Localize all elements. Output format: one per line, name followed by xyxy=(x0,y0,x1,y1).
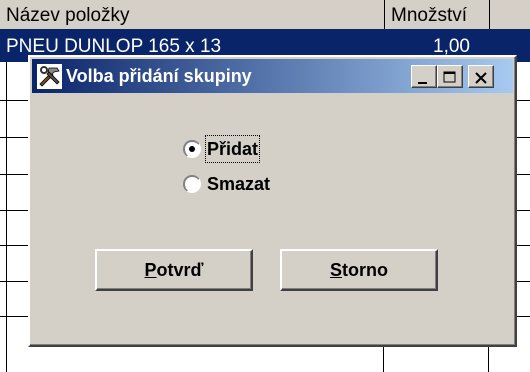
maximize-button[interactable] xyxy=(437,65,463,88)
minimize-icon xyxy=(418,82,427,84)
column-header-qty-label: Množství xyxy=(391,5,468,26)
column-header-qty[interactable]: Množství xyxy=(385,0,490,29)
radio-selected-dot xyxy=(189,146,195,152)
maximize-icon xyxy=(443,71,456,83)
group-add-dialog: Volba přidání skupiny Přidat Smazat Potv… xyxy=(28,55,517,347)
grid-line xyxy=(6,62,7,372)
confirm-label: otvrď xyxy=(156,260,204,280)
radio-delete-circle[interactable] xyxy=(183,175,201,193)
close-icon xyxy=(475,72,487,84)
radio-add-label: Přidat xyxy=(204,135,261,163)
dialog-title: Volba přidání skupiny xyxy=(66,66,252,86)
radio-add-circle[interactable] xyxy=(183,140,201,158)
cancel-button[interactable]: Storno xyxy=(280,249,438,291)
row-name: PNEU DUNLOP 165 x 13 xyxy=(6,36,222,57)
confirm-accelerator: P xyxy=(144,260,157,280)
close-button[interactable] xyxy=(468,65,494,88)
cancel-label: torno xyxy=(342,260,388,280)
column-header-empty xyxy=(490,0,530,29)
column-header-name[interactable]: Název položky xyxy=(0,0,385,29)
cancel-accelerator: S xyxy=(330,260,343,280)
hammer-wrench-icon xyxy=(37,64,62,89)
confirm-button[interactable]: Potvrď xyxy=(95,249,253,291)
dialog-titlebar[interactable]: Volba přidání skupiny xyxy=(32,59,513,93)
radio-delete-label: Smazat xyxy=(207,174,271,194)
minimize-button[interactable] xyxy=(411,65,437,88)
column-header-name-label: Název položky xyxy=(6,5,130,26)
